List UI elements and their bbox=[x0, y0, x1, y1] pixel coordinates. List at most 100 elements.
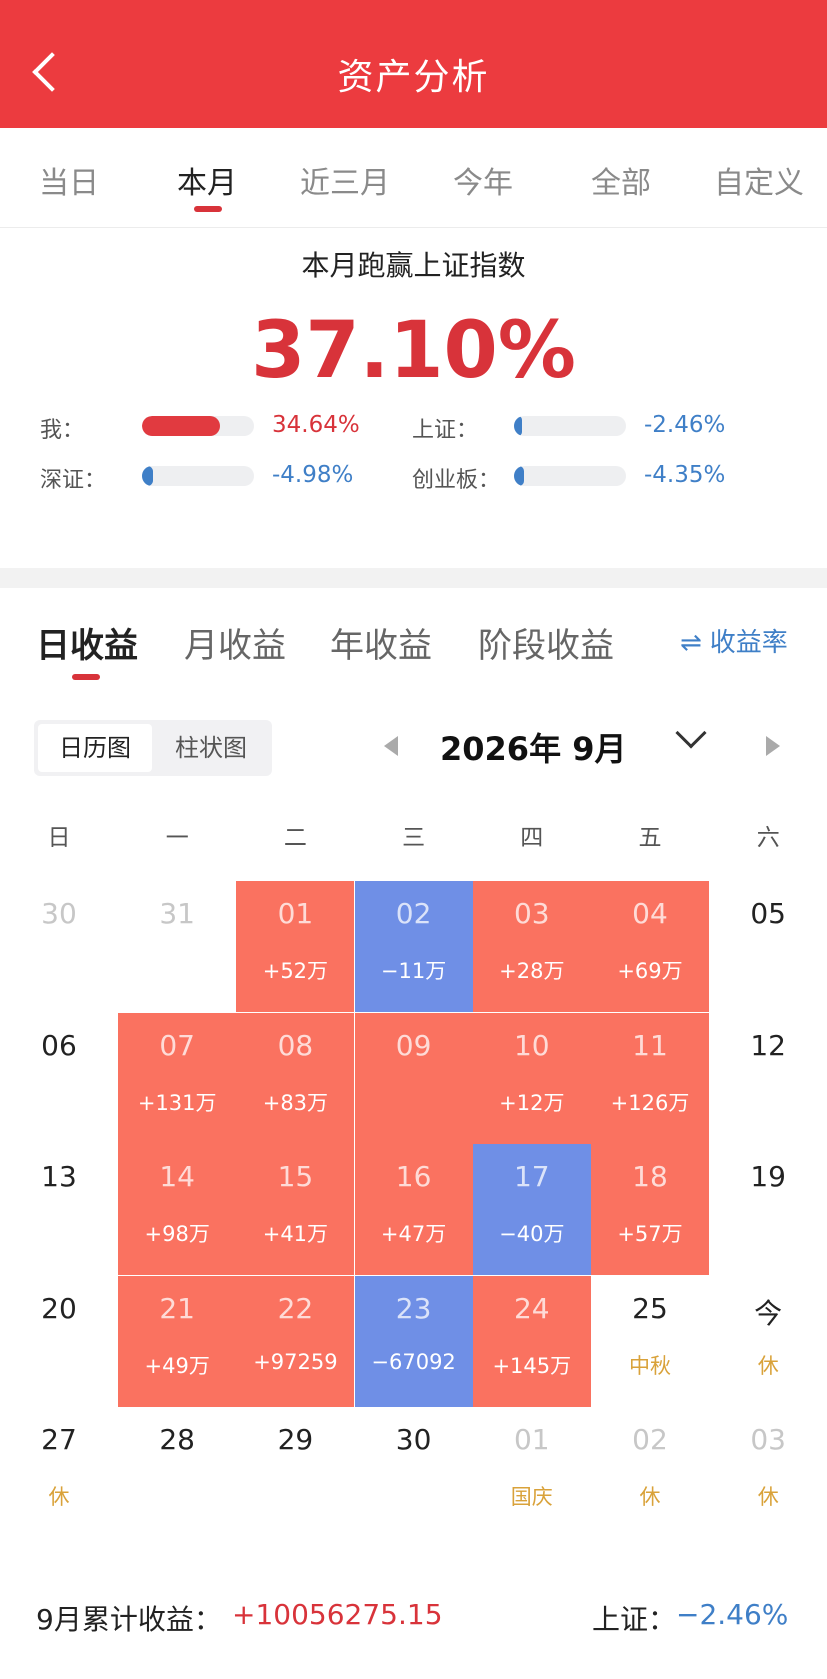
bar-view-button[interactable]: 柱状图 bbox=[154, 724, 268, 772]
comparison-value: 34.64% bbox=[272, 412, 360, 438]
calendar-day[interactable]: 05 bbox=[709, 881, 827, 1012]
calendar-day[interactable]: 23 −67092 bbox=[354, 1275, 473, 1407]
returns-panel: 日收益 月收益 年收益 阶段收益 ⇌ 收益率 日历图 柱状图 2026年 9月 日… bbox=[0, 588, 827, 1679]
holiday-note: 休 bbox=[48, 1485, 70, 1509]
comparison-bar-fill bbox=[514, 416, 522, 436]
calendar-day-number: 04 bbox=[632, 897, 668, 930]
holiday-note: 休 bbox=[757, 1353, 779, 1378]
calendar-day[interactable]: 14 +98万 bbox=[118, 1144, 237, 1275]
calendar-day[interactable]: 今休 bbox=[709, 1276, 827, 1407]
calendar-day[interactable]: 13 bbox=[0, 1144, 118, 1275]
weekday-label: 六 bbox=[756, 825, 780, 851]
next-month-icon[interactable] bbox=[766, 736, 780, 756]
calendar-day[interactable]: 21 +49万 bbox=[118, 1275, 237, 1407]
calendar-day[interactable]: 22 +97259 bbox=[236, 1275, 355, 1407]
daily-pnl: +97259 bbox=[253, 1349, 338, 1374]
calendar-day-number: 22 bbox=[277, 1291, 314, 1325]
calendar-day[interactable]: 09 bbox=[354, 1012, 473, 1144]
daily-pnl: −67092 bbox=[371, 1349, 456, 1374]
calendar-day-number: 16 bbox=[395, 1160, 432, 1193]
daily-pnl: +131万 bbox=[137, 1090, 217, 1115]
daily-pnl: +57万 bbox=[617, 1222, 683, 1246]
comparison-label: 深证： bbox=[40, 468, 107, 493]
daily-pnl: +98万 bbox=[144, 1222, 210, 1246]
weekday-label: 一 bbox=[165, 825, 189, 851]
calendar-day[interactable]: 27 休 bbox=[0, 1407, 118, 1538]
calendar-day[interactable]: 20 bbox=[0, 1276, 118, 1407]
daily-pnl: +12万 bbox=[499, 1090, 565, 1115]
calendar-day[interactable]: 19 bbox=[709, 1144, 827, 1275]
calendar-day[interactable]: 02 −11万 bbox=[354, 881, 473, 1012]
comparison-label: 我： bbox=[40, 418, 85, 443]
return-rate-toggle[interactable]: ⇌ 收益率 bbox=[680, 622, 788, 659]
daily-pnl: +83万 bbox=[262, 1090, 329, 1115]
tab-monthly-returns[interactable]: 月收益 bbox=[184, 618, 286, 667]
swap-arrows-icon: ⇌ bbox=[680, 628, 702, 658]
calendar-day-number: 02 bbox=[632, 1423, 668, 1456]
tab-today[interactable]: 当日 bbox=[0, 158, 138, 202]
comparison-value: -4.98% bbox=[272, 462, 354, 488]
weekday-label: 二 bbox=[283, 825, 307, 851]
daily-pnl: +126万 bbox=[610, 1090, 690, 1115]
calendar-day[interactable]: 31 bbox=[118, 881, 236, 1012]
chevron-down-icon[interactable] bbox=[675, 717, 707, 749]
calendar-day-number: 10 bbox=[513, 1028, 550, 1062]
calendar-day[interactable]: 29 bbox=[236, 1407, 354, 1538]
tab-this-year[interactable]: 今年 bbox=[414, 158, 552, 202]
calendar-view-button[interactable]: 日历图 bbox=[38, 724, 152, 772]
comparison-bar-track bbox=[142, 466, 254, 486]
calendar-day-number: 06 bbox=[41, 1028, 77, 1062]
calendar-day[interactable]: 30 bbox=[355, 1407, 473, 1538]
calendar-day-number: 31 bbox=[159, 897, 195, 930]
month-label[interactable]: 2026年 9月 bbox=[440, 724, 660, 770]
calendar-day[interactable]: 16 +47万 bbox=[354, 1144, 473, 1275]
tab-yearly-returns[interactable]: 年收益 bbox=[330, 618, 432, 667]
calendar-day[interactable]: 06 bbox=[0, 1013, 118, 1144]
comparison-bar-track bbox=[514, 466, 626, 486]
calendar-day[interactable]: 02 休 bbox=[591, 1407, 709, 1538]
calendar-day[interactable]: 07 +131万 bbox=[118, 1012, 237, 1144]
return-rate-label: 收益率 bbox=[709, 628, 788, 658]
calendar-day[interactable]: 28 bbox=[118, 1407, 236, 1538]
calendar-day-number: 今 bbox=[754, 1296, 783, 1330]
calendar-day-number: 18 bbox=[632, 1160, 668, 1193]
calendar-day[interactable]: 08 +83万 bbox=[236, 1012, 355, 1144]
calendar-day[interactable]: 24 +145万 bbox=[472, 1275, 591, 1407]
calendar-day-number: 17 bbox=[513, 1160, 550, 1193]
calendar-day-number: 07 bbox=[159, 1028, 195, 1062]
holiday-note: 中秋 bbox=[629, 1353, 671, 1378]
comparison-bar-fill bbox=[142, 466, 154, 486]
returns-tab-indicator bbox=[72, 674, 100, 680]
comparison-value: -4.35% bbox=[644, 462, 726, 488]
calendar-day[interactable]: 01 +52万 bbox=[236, 881, 355, 1012]
calendar-day[interactable]: 10 +12万 bbox=[472, 1012, 591, 1144]
calendar-day[interactable]: 03 +28万 bbox=[472, 881, 591, 1012]
calendar-day-number: 09 bbox=[395, 1028, 432, 1062]
holiday-note: 休 bbox=[639, 1485, 661, 1509]
tab-stage-returns[interactable]: 阶段收益 bbox=[478, 618, 614, 667]
tab-three-months[interactable]: 近三月 bbox=[276, 158, 414, 202]
daily-pnl: +49万 bbox=[144, 1353, 210, 1378]
tab-all[interactable]: 全部 bbox=[552, 158, 690, 202]
calendar-day[interactable]: 30 bbox=[0, 881, 118, 1012]
calendar-day[interactable]: 03 休 bbox=[709, 1407, 827, 1538]
prev-month-icon[interactable] bbox=[384, 736, 398, 756]
calendar-day-number: 03 bbox=[513, 897, 550, 930]
calendar-day[interactable]: 12 bbox=[709, 1013, 827, 1144]
tab-daily-returns[interactable]: 日收益 bbox=[36, 618, 138, 667]
calendar-day[interactable]: 15 +41万 bbox=[236, 1144, 355, 1275]
tab-custom[interactable]: 自定义 bbox=[690, 158, 827, 202]
comparison-bar-fill bbox=[514, 466, 525, 486]
comparison-label: 创业板： bbox=[412, 468, 501, 493]
daily-pnl: −11万 bbox=[380, 959, 447, 983]
tab-this-month[interactable]: 本月 bbox=[138, 158, 276, 202]
calendar-day[interactable]: 17 −40万 bbox=[472, 1144, 591, 1275]
sh-index-value: −2.46% bbox=[676, 1598, 789, 1631]
calendar-day-number: 29 bbox=[277, 1423, 314, 1456]
calendar-day[interactable]: 18 +57万 bbox=[591, 1144, 709, 1275]
calendar-day-number: 02 bbox=[395, 897, 432, 930]
calendar-day[interactable]: 25 中秋 bbox=[591, 1276, 709, 1407]
calendar-day[interactable]: 11 +126万 bbox=[591, 1012, 709, 1144]
calendar-day[interactable]: 01 国庆 bbox=[473, 1407, 591, 1538]
calendar-day[interactable]: 04 +69万 bbox=[591, 881, 709, 1012]
